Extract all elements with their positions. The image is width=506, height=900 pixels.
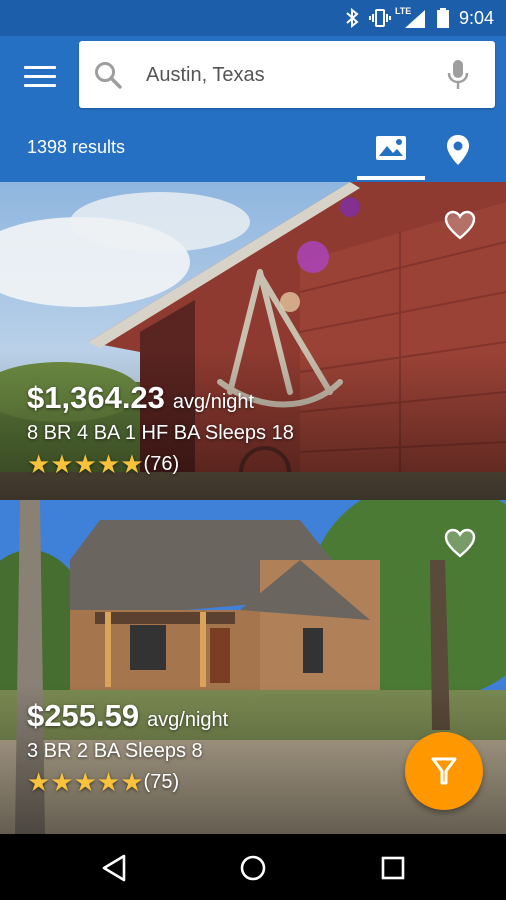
vibrate-icon — [368, 9, 391, 27]
status-icons: LTE 9:04 — [345, 0, 494, 36]
tab-selected-indicator — [357, 176, 425, 180]
location-pin-icon — [447, 135, 469, 165]
listing-rating: ★★★★★ (75) — [27, 769, 228, 795]
back-icon — [102, 854, 126, 882]
mic-icon[interactable] — [447, 59, 469, 91]
signal-icon: LTE — [395, 6, 427, 28]
listing-description: 3 BR 2 BA Sleeps 8 — [27, 740, 203, 762]
search-icon — [95, 62, 122, 89]
listing-rating: ★★★★★ (76) — [27, 451, 294, 477]
tab-photos[interactable] — [357, 120, 425, 182]
listing-info: $1,364.23 avg/night 8 BR 4 BA 1 HF BA Sl… — [27, 380, 294, 477]
image-icon — [376, 136, 406, 160]
listing-price: $255.59 — [27, 698, 140, 733]
listing-description: 8 BR 4 BA 1 HF BA Sleeps 18 — [27, 422, 294, 444]
price-unit: avg/night — [172, 391, 255, 413]
review-count: (75) — [143, 770, 180, 793]
recents-button[interactable] — [375, 852, 411, 884]
recents-icon — [381, 856, 405, 880]
search-box[interactable] — [79, 41, 495, 108]
app-bar: 1398 results — [0, 36, 506, 182]
status-bar: LTE 9:04 — [0, 0, 506, 36]
listing-card[interactable]: $1,364.23 avg/night 8 BR 4 BA 1 HF BA Sl… — [0, 182, 506, 500]
menu-icon[interactable] — [24, 66, 56, 88]
price-unit: avg/night — [147, 709, 229, 731]
heart-outline-icon[interactable] — [444, 210, 476, 240]
filter-icon — [431, 757, 457, 785]
heart-outline-icon[interactable] — [444, 528, 476, 558]
battery-icon — [436, 8, 449, 28]
star-rating-icons: ★★★★★ — [27, 449, 144, 479]
star-rating-icons: ★★★★★ — [27, 767, 144, 797]
listing-price: $1,364.23 — [27, 380, 165, 415]
back-button[interactable] — [96, 852, 132, 884]
status-time: 9:04 — [458, 7, 494, 28]
tab-map[interactable] — [432, 120, 484, 182]
listing-info: $255.59 avg/night 3 BR 2 BA Sleeps 8 ★★★… — [27, 698, 228, 795]
system-nav-bar — [0, 834, 506, 900]
home-icon — [240, 855, 266, 881]
search-input[interactable] — [146, 57, 436, 93]
home-button[interactable] — [235, 852, 271, 884]
filter-button[interactable] — [405, 732, 483, 810]
bluetooth-icon — [346, 8, 359, 28]
results-count: 1398 results — [27, 137, 126, 157]
review-count: (76) — [143, 452, 180, 475]
